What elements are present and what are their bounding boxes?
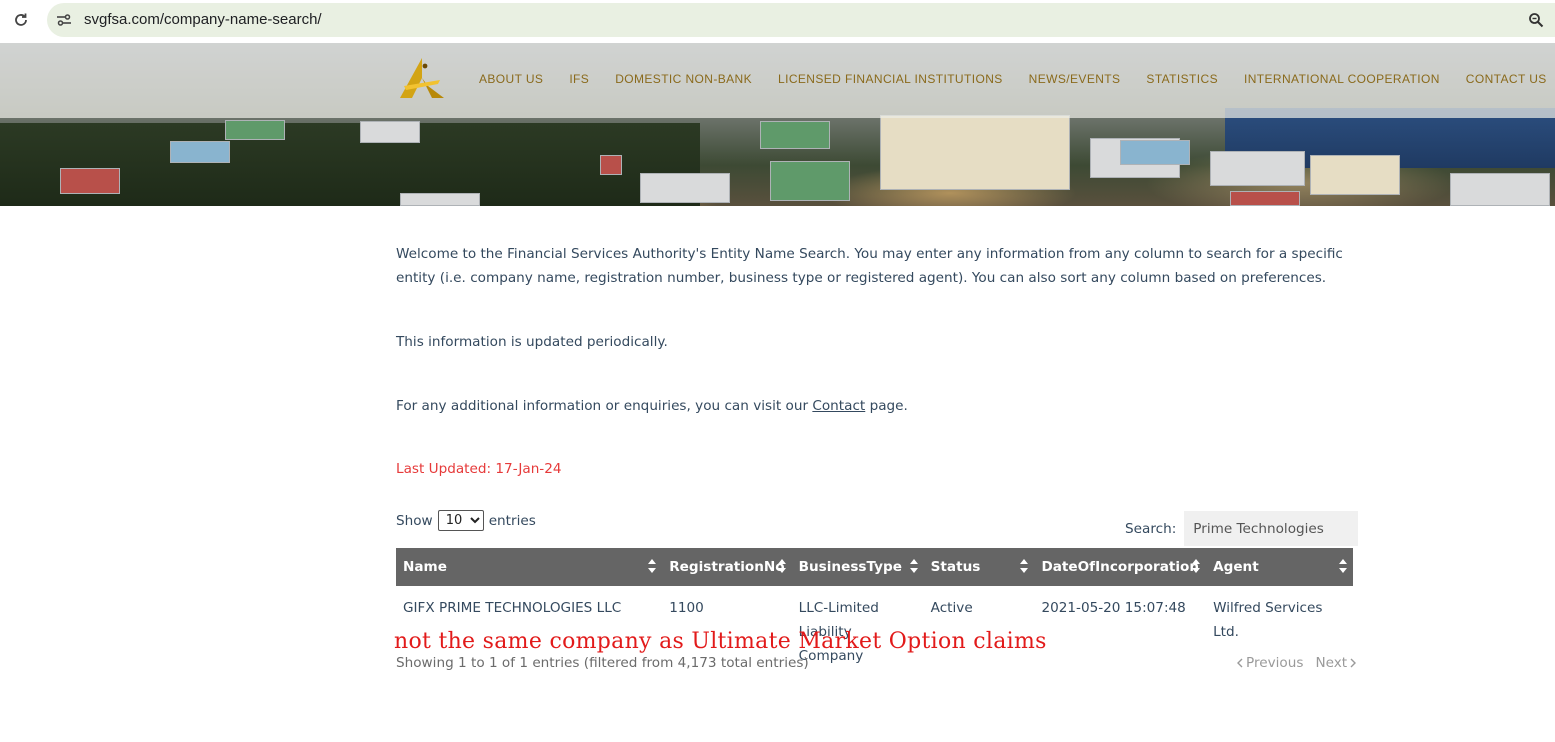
page-length-control: Show 10 entries: [396, 510, 536, 531]
hero-building: [1210, 151, 1305, 186]
nav-international-cooperation[interactable]: INTERNATIONAL COOPERATION: [1244, 72, 1440, 86]
sort-icon: [648, 559, 657, 573]
table-search: Search:: [1125, 511, 1359, 546]
nav-contact-us[interactable]: CONTACT US: [1466, 72, 1547, 86]
sort-icon: [909, 559, 918, 573]
column-header-agent[interactable]: Agent: [1206, 548, 1353, 586]
enquiry-text: For any additional information or enquir…: [396, 394, 1356, 418]
sort-icon: [777, 559, 786, 573]
hero-building: [1450, 173, 1550, 206]
fsa-logo[interactable]: [398, 56, 446, 100]
column-header-dateofincorporation[interactable]: DateOfIncorporation: [1034, 548, 1207, 586]
site-settings-icon[interactable]: [55, 11, 73, 29]
hero-building: [225, 120, 285, 140]
sort-icon: [1192, 559, 1201, 573]
navigation-bar: ABOUT US IFS DOMESTIC NON-BANK LICENSED …: [0, 43, 1555, 118]
address-bar[interactable]: svgfsa.com/company-name-search/: [47, 3, 1555, 37]
search-label: Search:: [1125, 520, 1177, 537]
url-text[interactable]: svgfsa.com/company-name-search/: [84, 11, 322, 28]
overlay-annotation: not the same company as Ultimate Market …: [394, 629, 1047, 654]
hero-building: [640, 173, 730, 203]
updated-note: This information is updated periodically…: [396, 334, 668, 350]
nav-domestic-non-bank[interactable]: DOMESTIC NON-BANK: [615, 72, 752, 86]
column-label: Name: [403, 559, 447, 575]
hero-building: [1230, 191, 1300, 206]
hero-building: [400, 193, 480, 206]
main-nav: ABOUT US IFS DOMESTIC NON-BANK LICENSED …: [479, 72, 1555, 86]
nav-licensed-financial-institutions[interactable]: LICENSED FINANCIAL INSTITUTIONS: [778, 72, 1003, 86]
hero-building: [360, 121, 420, 143]
hero-building: [600, 155, 622, 175]
column-label: RegistrationNo: [669, 559, 785, 575]
welcome-text: Welcome to the Financial Services Author…: [396, 246, 1343, 286]
previous-button[interactable]: Previous: [1236, 655, 1303, 671]
contact-link[interactable]: Contact: [812, 398, 865, 414]
column-label: DateOfIncorporation: [1041, 559, 1200, 575]
search-input[interactable]: [1184, 511, 1359, 546]
enquiry-suffix: page.: [865, 398, 908, 414]
table-info: Showing 1 to 1 of 1 entries (filtered fr…: [396, 655, 809, 671]
column-header-businesstype[interactable]: BusinessType: [791, 548, 924, 586]
next-button[interactable]: Next: [1315, 655, 1357, 671]
column-label: Status: [930, 559, 981, 575]
last-updated: Last Updated: 17-Jan-24: [396, 461, 562, 477]
chevron-left-icon: [1237, 658, 1243, 668]
hero-banner: ABOUT US IFS DOMESTIC NON-BANK LICENSED …: [0, 43, 1555, 206]
sort-icon: [1020, 559, 1029, 573]
table-header-row: Name RegistrationNo BusinessType Status …: [396, 548, 1353, 586]
next-label: Next: [1315, 655, 1348, 671]
reload-icon[interactable]: [11, 10, 31, 30]
hero-building: [770, 161, 850, 201]
show-label: Show: [396, 512, 433, 529]
column-header-name[interactable]: Name: [396, 548, 663, 586]
chevron-right-icon: [1350, 658, 1357, 668]
column-header-registrationno[interactable]: RegistrationNo: [662, 548, 792, 586]
nav-about-us[interactable]: ABOUT US: [479, 72, 543, 86]
cell-status: Active: [930, 600, 973, 616]
zoom-icon[interactable]: [1527, 11, 1545, 29]
hero-building: [170, 141, 230, 163]
nav-news-events[interactable]: NEWS/EVENTS: [1029, 72, 1121, 86]
entries-label: entries: [488, 512, 536, 529]
hero-building: [1120, 140, 1190, 165]
previous-label: Previous: [1246, 655, 1304, 671]
column-label: BusinessType: [798, 559, 902, 575]
column-label: Agent: [1213, 559, 1259, 575]
nav-statistics[interactable]: STATISTICS: [1146, 72, 1218, 86]
hero-building: [60, 168, 120, 194]
hero-building: [880, 115, 1070, 190]
hero-building: [1310, 155, 1400, 195]
enquiry-prefix: For any additional information or enquir…: [396, 398, 813, 414]
hero-building: [760, 121, 830, 149]
cell-date-of-incorporation: 2021-05-20 15:07:48: [1041, 600, 1186, 616]
nav-ifs[interactable]: IFS: [569, 72, 589, 86]
sort-icon: [1339, 559, 1347, 573]
pagination: Previous Next: [1236, 655, 1357, 671]
page-size-select[interactable]: 10: [437, 510, 484, 531]
browser-toolbar: svgfsa.com/company-name-search/: [0, 0, 1555, 43]
column-header-status[interactable]: Status: [923, 548, 1035, 586]
cell-business-type: LLC-Limited Liability Company: [798, 600, 879, 664]
